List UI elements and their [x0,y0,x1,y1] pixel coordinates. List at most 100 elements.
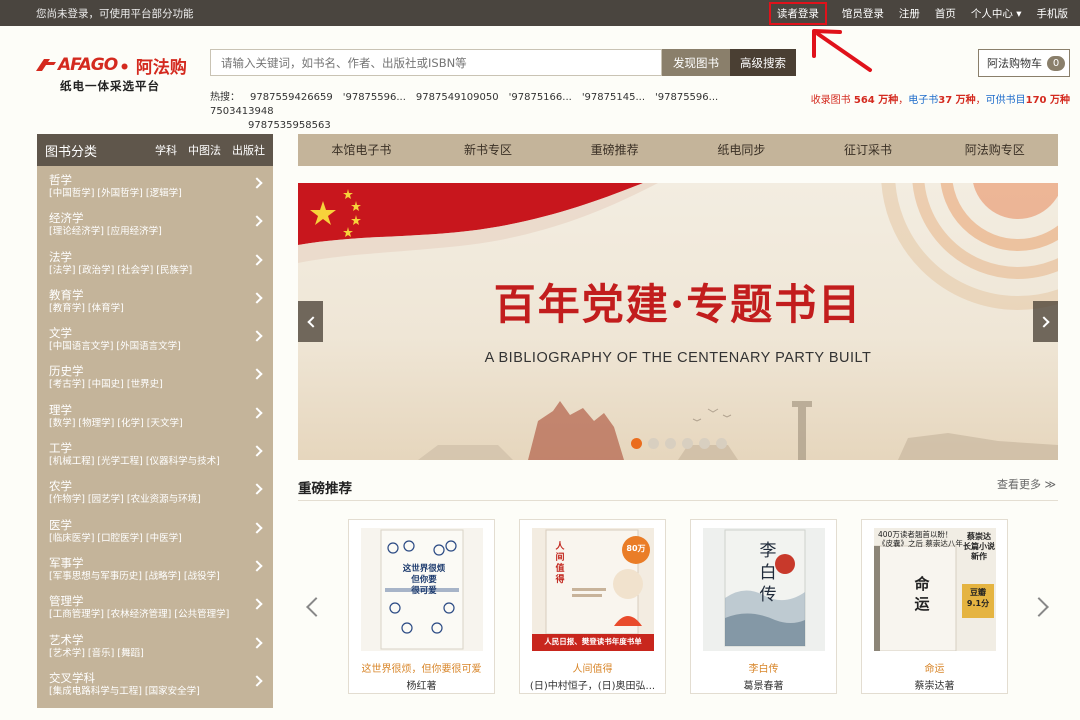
annotation-arrow-icon [812,29,872,72]
hot-search-term[interactable]: 7503413948 [210,105,274,119]
cart-button[interactable]: 阿法购物车 0 [978,49,1070,77]
mobile-version-link[interactable]: 手机版 [1037,6,1069,21]
category-subs[interactable]: [教育学] [体育学] [49,302,249,316]
category-subs[interactable]: [机械工程] [光学工程] [仪器科学与技术] [49,455,249,469]
advanced-search-button[interactable]: 高级搜索 [730,49,796,76]
banner-title: 百年党建·专题书目 [493,280,863,329]
hot-search-term[interactable]: '97875166... [509,91,572,105]
category-item[interactable]: 教育学 [教育学] [体育学] [37,285,273,323]
category-item[interactable]: 交叉学科 [集成电路科学与工程] [国家安全学] [37,668,273,706]
category-subs[interactable]: [考古学] [中国史] [世界史] [49,378,249,392]
category-item[interactable]: 军事学 [军事思想与军事历史] [战略学] [战役学] [37,553,273,591]
sidebar-title: 图书分类 [45,144,98,160]
site-logo[interactable]: AFAGO • 阿法购 纸电一体采选平台 [36,54,196,96]
category-subs[interactable]: [数学] [物理学] [化学] [天文学] [49,417,249,431]
hot-search-term[interactable]: '97875145... [582,91,645,105]
category-subs[interactable]: [法学] [政治学] [社会学] [民族学] [49,264,249,278]
book-card[interactable]: 人间值得 80万 人民日报、樊登读书年度书单 人间值得 (日)中村恒子，(日)奥… [519,519,666,694]
category-item[interactable]: 工学 [机械工程] [光学工程] [仪器科学与技术] [37,438,273,476]
logo-mark-icon [36,59,56,71]
cover-side-text: 蔡崇达 长篇小说新作 [963,532,995,561]
tab-subject[interactable]: 学科 [155,142,177,158]
view-more-link[interactable]: 查看更多 ≫ [997,476,1056,492]
category-item[interactable]: 艺术学 [艺术学] [音乐] [舞蹈] [37,630,273,668]
banner-dot[interactable] [699,438,710,449]
category-subs[interactable]: [艺术学] [音乐] [舞蹈] [49,647,249,661]
banner-next-button[interactable] [1033,301,1058,342]
category-item[interactable]: 医学 [临床医学] [口腔医学] [中医学] [37,515,273,553]
nav-new-books[interactable]: 新书专区 [425,134,552,166]
category-subs[interactable]: [集成电路科学与工程] [国家安全学] [49,685,249,699]
cover-line: 传 [759,585,777,605]
cover-line: 李 [759,541,777,561]
category-item[interactable]: 法学 [法学] [政治学] [社会学] [民族学] [37,247,273,285]
category-item[interactable]: 理学 [数学] [物理学] [化学] [天文学] [37,400,273,438]
cover-title: 人间值得 [555,542,565,585]
book-title[interactable]: 命运 [862,660,1007,675]
category-item[interactable]: 文学 [中国语言文学] [外国语言文学] [37,323,273,361]
brand-chinese: • 阿法购 [119,57,187,78]
book-card[interactable]: 400万读者翘首以盼！ 《皮囊》之后 蔡崇达八年 命 运 蔡崇达 长篇小说新作 … [861,519,1008,694]
cover-line: 但你要 [411,575,437,585]
search-input[interactable] [210,49,662,76]
hot-search-term[interactable]: 9787559426659 [250,91,333,105]
nav-afago-zone[interactable]: 阿法购专区 [931,134,1058,166]
category-subs[interactable]: [工商管理学] [农林经济管理] [公共管理学] [49,608,249,622]
nav-print-ebook-sync[interactable]: 纸电同步 [678,134,805,166]
carousel-next-button[interactable] [1029,597,1049,624]
hero-banner[interactable]: 百年党建·专题书目 A BIBLIOGRAPHY OF THE CENTENAR… [298,183,1058,460]
cart-label: 阿法购物车 [987,57,1042,70]
cover-ribbon: 人民日报、樊登读书年度书单 [544,637,642,646]
banner-dot[interactable] [631,438,642,449]
nav-subscription[interactable]: 征订采书 [805,134,932,166]
category-subs[interactable]: [中国语言文学] [外国语言文学] [49,340,249,354]
banner-dot[interactable] [682,438,693,449]
category-name: 军事学 [49,555,84,570]
book-author: (日)中村恒子，(日)奥田弘... [529,681,656,692]
main-nav: 本馆电子书 新书专区 重磅推荐 纸电同步 征订采书 阿法购专区 [298,134,1058,166]
print-count-label: 收录图书 [810,95,854,106]
category-subs[interactable]: [临床医学] [口腔医学] [中医学] [49,532,249,546]
personal-center-dropdown[interactable]: 个人中心 ▾ [971,6,1022,21]
discover-books-button[interactable]: 发现图书 [662,49,730,76]
category-item[interactable]: 历史学 [考古学] [中国史] [世界史] [37,361,273,399]
category-subs[interactable]: [中国哲学] [外国哲学] [逻辑学] [49,187,249,201]
tab-publisher[interactable]: 出版社 [232,142,265,158]
banner-dot[interactable] [716,438,727,449]
book-author: 杨红著 [406,681,437,692]
category-subs[interactable]: [理论经济学] [应用经济学] [49,225,249,239]
librarian-login-link[interactable]: 馆员登录 [842,6,884,21]
register-link[interactable]: 注册 [899,6,920,21]
hot-search-term[interactable]: 9787535958563 [248,119,331,133]
category-name: 教育学 [49,287,84,302]
category-item[interactable]: 农学 [作物学] [园艺学] [农业资源与环境] [37,476,273,514]
book-title[interactable]: 李白传 [691,660,836,675]
nav-library-ebooks[interactable]: 本馆电子书 [298,134,425,166]
cover-rating-score: 9.1分 [966,599,990,608]
category-subs[interactable]: [作物学] [园艺学] [农业资源与环境] [49,493,249,507]
book-title[interactable]: 人间值得 [520,660,665,675]
nav-featured[interactable]: 重磅推荐 [551,134,678,166]
home-link[interactable]: 首页 [935,6,956,21]
book-card[interactable]: 李 白 传 李白传 葛景春著 [690,519,837,694]
hot-search-term[interactable]: 9787549109050 [416,91,499,105]
hot-search-term[interactable]: '97875596... [343,91,406,105]
banner-dot[interactable] [665,438,676,449]
carousel-prev-button[interactable] [305,597,326,624]
banner-subtitle: A BIBLIOGRAPHY OF THE CENTENARY PARTY BU… [484,350,872,366]
banner-prev-button[interactable] [298,301,323,342]
category-item[interactable]: 经济学 [理论经济学] [应用经济学] [37,208,273,246]
book-card[interactable]: 这世界很烦 但你要 很可爱 这世界很烦，但你要很可爱 杨红著 [348,519,495,694]
collection-stats: 收录图书 564 万种，电子书37 万种，可供书目170 万种 [811,91,1070,106]
banner-dot[interactable] [648,438,659,449]
cover-line: 这世界很烦 [402,564,446,574]
chevron-right-icon [1029,597,1049,617]
book-title[interactable]: 这世界很烦，但你要很可爱 [349,660,494,675]
category-item[interactable]: 哲学 [中国哲学] [外国哲学] [逻辑学] [37,170,273,208]
sidebar-header: 图书分类 学科 中图法 出版社 [37,134,273,166]
category-subs[interactable]: [军事思想与军事历史] [战略学] [战役学] [49,570,249,584]
section-divider [298,500,1058,501]
tab-clc[interactable]: 中图法 [188,142,221,158]
hot-search-term[interactable]: '97875596... [655,91,718,105]
category-item[interactable]: 管理学 [工商管理学] [农林经济管理] [公共管理学] [37,591,273,629]
